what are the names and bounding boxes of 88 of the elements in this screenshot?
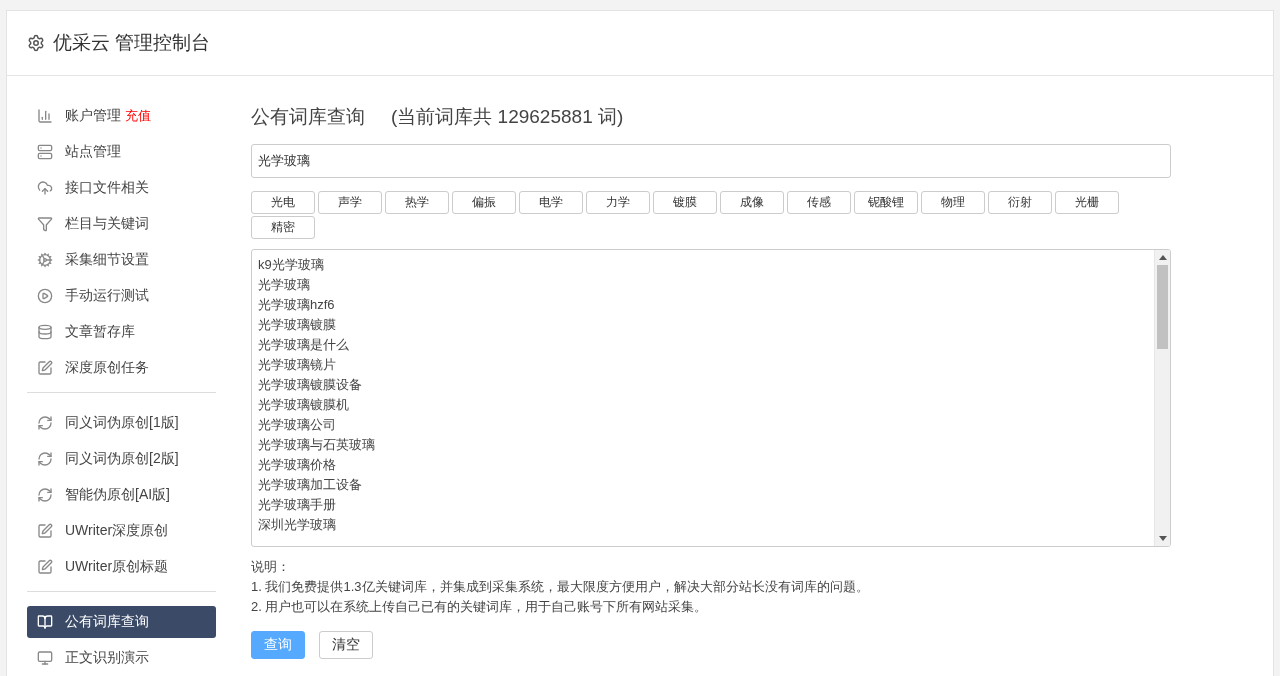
sidebar-item[interactable]: 手动运行测试 — [27, 280, 216, 312]
bar-chart-icon — [37, 108, 53, 124]
sidebar-item-label: 手动运行测试 — [65, 287, 149, 305]
sidebar-item[interactable]: 深度原创任务 — [27, 352, 216, 384]
keyword-tag[interactable]: 铌酸锂 — [854, 191, 918, 214]
clear-button[interactable]: 清空 — [319, 631, 373, 659]
keyword-tag[interactable]: 衍射 — [988, 191, 1052, 214]
console-title: 优采云 管理控制台 — [53, 31, 211, 55]
sidebar-item-label: 栏目与关键词 — [65, 215, 149, 233]
sidebar-item-label: 站点管理 — [65, 143, 121, 161]
edit-icon — [37, 559, 53, 575]
refresh-icon — [37, 487, 53, 503]
result-line: 光学玻璃镜片 — [258, 356, 336, 374]
sidebar-item-label: 账户管理 — [65, 107, 121, 125]
sidebar-item[interactable]: 采集细节设置 — [27, 244, 216, 276]
note-text: 说明： — [251, 558, 291, 576]
result-line: 深圳光学玻璃 — [258, 516, 336, 534]
keyword-tag[interactable]: 成像 — [720, 191, 784, 214]
result-line: 光学玻璃价格 — [258, 456, 336, 474]
sidebar-item[interactable]: 智能伪原创[AI版] — [27, 479, 216, 511]
result-line: k9光学玻璃 — [258, 256, 324, 274]
result-line: 光学玻璃与石英玻璃 — [258, 436, 375, 454]
result-line: 光学玻璃手册 — [258, 496, 336, 514]
keyword-tag[interactable]: 物理 — [921, 191, 985, 214]
play-icon — [37, 288, 53, 304]
sidebar-item-label: UWriter深度原创 — [65, 522, 169, 540]
sidebar-item[interactable]: 站点管理 — [27, 136, 216, 168]
edit-icon — [37, 360, 53, 376]
database-icon — [37, 324, 53, 340]
keyword-tag[interactable]: 力学 — [586, 191, 650, 214]
sidebar-item[interactable]: 公有词库查询 — [27, 606, 216, 638]
sidebar-item[interactable]: 接口文件相关 — [27, 172, 216, 204]
page-title: 公有词库查询 — [251, 105, 365, 129]
word-count: (当前词库共 129625881 词) — [391, 105, 624, 129]
results-list[interactable]: k9光学玻璃 光学玻璃 光学玻璃hzf6 光学玻璃镀膜 光学玻璃是什么 光学玻璃镜片 光学玻璃镀膜设备 光学玻璃镀膜机 光学玻璃公司 光学玻璃与石英玻璃 光学玻璃价格 光学玻璃加工设备 光学玻璃手册 深圳光学玻璃 — [251, 249, 1171, 547]
note-text: 2. 用户也可以在系统上传自己已有的关键词库，用于自己账号下所有网站采集。 — [251, 598, 709, 616]
result-line: 光学玻璃镀膜设备 — [258, 376, 362, 394]
scroll-down-icon[interactable] — [1158, 536, 1167, 541]
sidebar-item-label: 公有词库查询 — [65, 613, 149, 631]
sidebar-item[interactable]: UWriter原创标题 — [27, 551, 216, 583]
result-line: 光学玻璃是什么 — [258, 336, 349, 354]
sidebar-item-label: 智能伪原创[AI版] — [65, 486, 170, 504]
refresh-icon — [37, 415, 53, 431]
result-line: 光学玻璃镀膜 — [258, 316, 336, 334]
keyword-tag[interactable]: 声学 — [318, 191, 382, 214]
refresh-icon — [37, 451, 53, 467]
note-text: 1. 我们免费提供1.3亿关键词库，并集成到采集系统，最大限度方便用户，解决大部分站长没有词库的问题。 — [251, 578, 870, 596]
edit-icon — [37, 523, 53, 539]
keyword-tag[interactable]: 精密 — [251, 216, 315, 239]
result-line: 光学玻璃加工设备 — [258, 476, 362, 494]
keyword-tag[interactable]: 电学 — [519, 191, 583, 214]
sidebar-item-label: 接口文件相关 — [65, 179, 149, 197]
sidebar-item[interactable]: UWriter深度原创 — [27, 515, 216, 547]
sidebar-item[interactable]: 文章暂存库 — [27, 316, 216, 348]
sidebar-item[interactable]: 同义词伪原创[2版] — [27, 443, 216, 475]
sidebar-item-label: 同义词伪原创[1版] — [65, 414, 179, 432]
scrollbar[interactable] — [1154, 250, 1170, 546]
sidebar-item-label: UWriter原创标题 — [65, 558, 169, 576]
sidebar-item[interactable]: 账户管理 充值 — [27, 100, 216, 132]
sidebar-item-label: 正文识别演示 — [65, 649, 149, 667]
sidebar-item[interactable]: 栏目与关键词 — [27, 208, 216, 240]
sidebar-item[interactable]: 正文识别演示 — [27, 642, 216, 674]
keyword-tag[interactable]: 偏振 — [452, 191, 516, 214]
result-line: 光学玻璃镀膜机 — [258, 396, 349, 414]
server-icon — [37, 144, 53, 160]
sidebar-item-label: 采集细节设置 — [65, 251, 149, 269]
sidebar-item-label: 文章暂存库 — [65, 323, 135, 341]
recharge-link[interactable]: 充值 — [125, 107, 151, 125]
keyword-tag[interactable]: 镀膜 — [653, 191, 717, 214]
scroll-thumb[interactable] — [1157, 265, 1168, 349]
result-line: 光学玻璃公司 — [258, 416, 336, 434]
scroll-up-icon[interactable] — [1158, 255, 1167, 260]
sidebar-item[interactable]: 同义词伪原创[1版] — [27, 407, 216, 439]
book-icon — [37, 614, 53, 630]
keyword-tag[interactable]: 传感 — [787, 191, 851, 214]
gears-icon — [37, 252, 53, 268]
keyword-tag[interactable]: 光电 — [251, 191, 315, 214]
result-line: 光学玻璃 — [258, 276, 310, 294]
monitor-icon — [37, 650, 53, 666]
result-line: 光学玻璃hzf6 — [258, 296, 335, 314]
sidebar-item-label: 深度原创任务 — [65, 359, 149, 377]
keyword-tag[interactable]: 热学 — [385, 191, 449, 214]
search-field[interactable]: 光学玻璃 — [251, 144, 1171, 178]
cloud-upload-icon — [37, 180, 53, 196]
keyword-tag[interactable]: 光栅 — [1055, 191, 1119, 214]
sidebar-item-label: 同义词伪原创[2版] — [65, 450, 179, 468]
filter-icon — [37, 216, 53, 232]
settings-icon — [27, 34, 45, 52]
